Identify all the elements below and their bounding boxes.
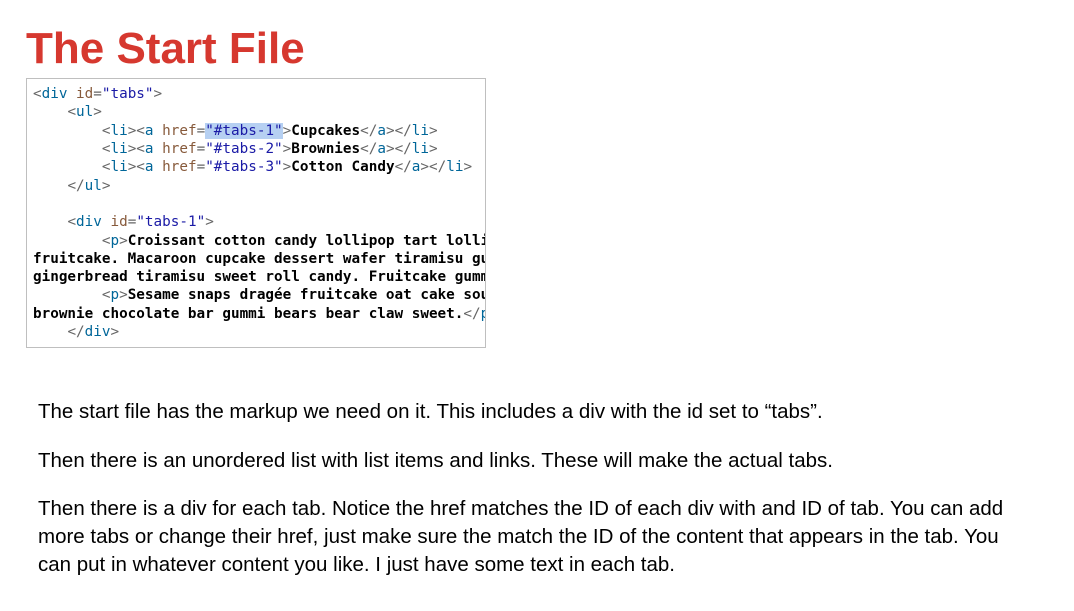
code-text-cupcakes: Cupcakes xyxy=(291,123,360,139)
code-para1-l2: fruitcake. Macaroon cupcake dessert wafe… xyxy=(33,251,486,267)
code-value-tabs: "tabs" xyxy=(102,86,154,102)
code-para1-l3: gingerbread tiramisu sweet roll candy. F… xyxy=(33,269,486,285)
code-para2-l1: Sesame snaps dragée fruitcake oat cake s… xyxy=(128,287,486,303)
code-tag-div2: div xyxy=(76,214,102,230)
code-close-div2: div xyxy=(85,324,111,340)
page-title: The Start File xyxy=(26,26,1044,72)
code-sample-box: <div id="tabs"> <ul> <li><a href="#tabs-… xyxy=(26,78,486,348)
code-tag-div: div xyxy=(42,86,68,102)
body-paragraph-2: Then there is an unordered list with lis… xyxy=(38,447,1014,475)
body-paragraph-3: Then there is a div for each tab. Notice… xyxy=(38,495,1014,580)
code-tag-ul: ul xyxy=(76,104,93,120)
code-attr-href: href xyxy=(162,123,196,139)
document-page: The Start File <div id="tabs"> <ul> <li>… xyxy=(0,0,1074,580)
code-text-brownies: Brownies xyxy=(291,141,360,157)
code-para1-l1: Croissant cotton candy lollipop tart lol… xyxy=(128,233,486,249)
code-text-cotton: Cotton Candy xyxy=(291,159,394,175)
code-value-tabs2: "#tabs-2" xyxy=(205,141,282,157)
code-para2-l2: brownie chocolate bar gummi bears bear c… xyxy=(33,306,463,322)
code-tag-li: li xyxy=(110,123,127,139)
code-tag-a: a xyxy=(145,123,154,139)
code-attr-id: id xyxy=(76,86,93,102)
code-value-tabs3: "#tabs-3" xyxy=(205,159,282,175)
code-value-tabs1: "#tabs-1" xyxy=(205,123,282,139)
code-value-tabs1b: "tabs-1" xyxy=(136,214,205,230)
body-paragraph-1: The start file has the markup we need on… xyxy=(38,398,1014,426)
article-body: The start file has the markup we need on… xyxy=(26,398,1044,579)
